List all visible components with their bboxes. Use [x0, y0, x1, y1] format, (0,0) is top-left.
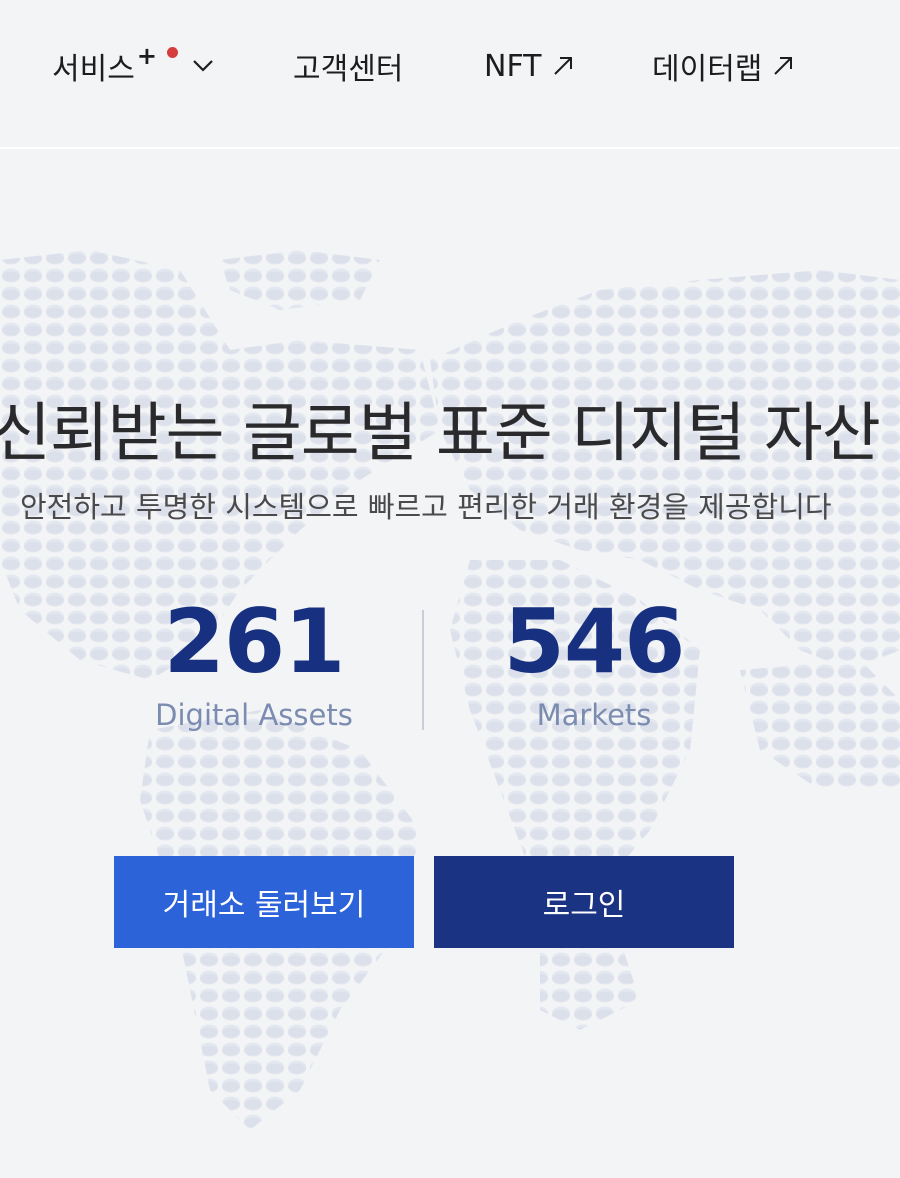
- nav-services-label: 서비스: [52, 52, 135, 87]
- external-link-icon: [552, 55, 574, 77]
- nav-item-support[interactable]: 고객센터: [293, 44, 403, 88]
- markets-label: Markets: [536, 698, 652, 732]
- notification-dot-icon: [166, 46, 178, 58]
- landing-page: 서비스 + 고객센터 NFT 데이터랩 신뢰받는 글로벌 표준 디지털 자산 안…: [0, 0, 900, 1178]
- nav-item-services[interactable]: 서비스 +: [52, 42, 214, 88]
- nav-support-label: 고객센터: [293, 52, 404, 87]
- nav-item-nft[interactable]: NFT: [484, 44, 574, 88]
- hero-subline: 안전하고 투명한 시스템으로 빠르고 편리한 거래 환경을 제공합니다: [20, 490, 832, 524]
- digital-assets-label: Digital Assets: [155, 698, 353, 732]
- hero-headline: 신뢰받는 글로벌 표준 디지털 자산: [0, 397, 881, 471]
- login-button[interactable]: 로그인: [434, 856, 734, 948]
- digital-assets-count: 261: [163, 590, 346, 693]
- markets-count: 546: [503, 590, 686, 693]
- chevron-down-icon: [192, 59, 214, 73]
- explore-exchange-button[interactable]: 거래소 둘러보기: [114, 856, 414, 948]
- nav-services-plus-badge: +: [136, 42, 157, 70]
- external-link-icon: [772, 55, 794, 77]
- nav-item-datalab[interactable]: 데이터랩: [652, 44, 794, 88]
- stats-divider: [422, 610, 424, 730]
- nav-nft-label: NFT: [484, 48, 542, 84]
- nav-datalab-label: 데이터랩: [652, 52, 763, 87]
- top-navigation: 서비스 + 고객센터 NFT 데이터랩: [0, 0, 900, 149]
- stat-digital-assets: 261 Digital Assets: [124, 592, 384, 734]
- nav-divider: [0, 147, 900, 149]
- stat-markets: 546 Markets: [464, 592, 724, 734]
